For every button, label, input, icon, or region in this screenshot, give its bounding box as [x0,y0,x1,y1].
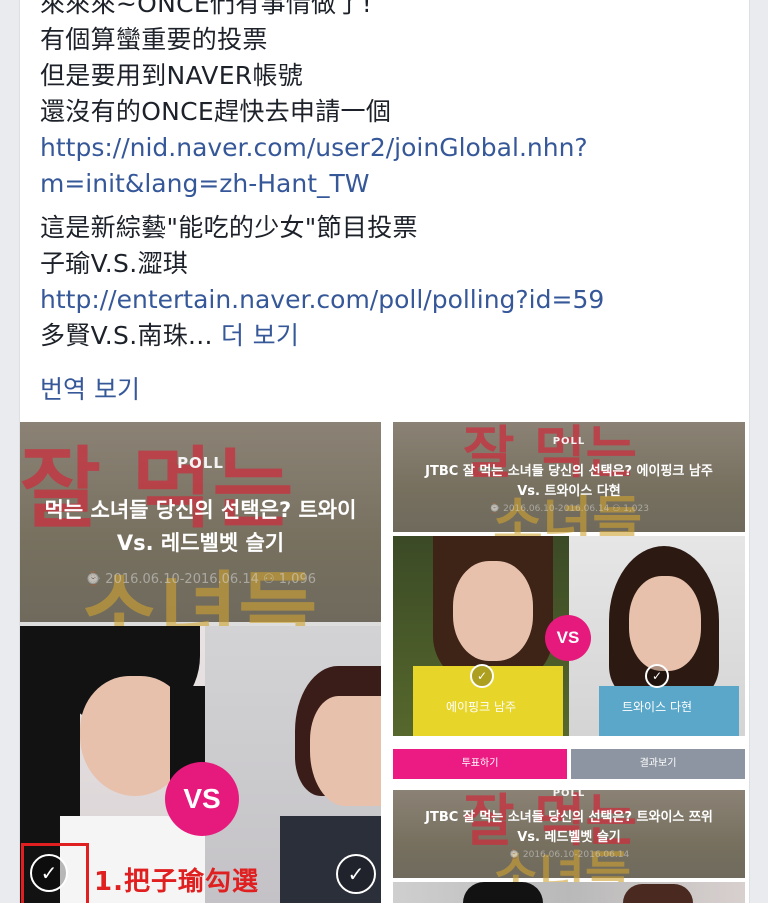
view-results-button[interactable]: 결과보기 [571,749,745,779]
poll-header: 잘 먹는 소녀들 POLL JTBC 잘 먹는 소녀들 당신의 선택은? 트와이… [393,790,745,903]
post-card: 來來來~ONCE們有事情做了! 有個算蠻重要的投票 但是要用到NAVER帳號 還… [19,0,750,903]
post-line: 有個算蠻重要的投票 [40,25,268,54]
poll-title: JTBC 잘 먹는 소녀들 당신의 선택은? 에이핑크 남주 [425,464,713,479]
poll-title-line2: Vs. 레드벨벳 슬기 [517,830,621,845]
post-line: 這是新綜藝"能吃的少女"節目投票 [40,213,418,242]
poll-tag: POLL [177,454,224,472]
contestant-name: 트와이스 다현 [621,700,693,714]
see-translation-link[interactable]: 번역 보기 [40,370,140,406]
post-line: 來來來~ONCE們有事情做了! [40,0,373,18]
poll-tag: POLL [552,790,586,799]
signup-link-part2[interactable]: m=init&lang=zh-Hant_TW [40,169,370,198]
contestant-photo [393,882,745,903]
select-seulgi-checkbox[interactable]: ✓ [336,854,376,894]
contestant-name: 에이핑크 남주 [445,700,517,714]
post-line: 但是要用到NAVER帳號 [40,61,304,90]
signup-link-part1[interactable]: https://nid.naver.com/user2/joinGlobal.n… [40,133,588,162]
poll-link[interactable]: http://entertain.naver.com/poll/polling?… [40,282,740,318]
post-line-last: 多賢V.S.南珠... 더 보기 [40,318,740,354]
poll-preview-right-bottom[interactable]: 잘 먹는 소녀들 POLL JTBC 잘 먹는 소녀들 당신의 선택은? 트와이… [393,790,745,903]
select-namjoo-checkbox[interactable]: ✓ [470,664,494,688]
poll-preview-left[interactable]: 잘 먹는 소녀들 POLL 먹는 소녀들 당신의 선택은? 트와이 Vs. 레드… [20,422,381,903]
poll-title: 먹는 소녀들 당신의 선택은? 트와이 [44,498,357,522]
annotation-label: 1.把子瑜勾選 [94,867,259,897]
poll-tag: POLL [552,436,586,447]
signup-link[interactable]: https://nid.naver.com/user2/joinGlobal.n… [40,130,740,166]
post-body: 來來來~ONCE們有事情做了! 有個算蠻重要的投票 但是要用到NAVER帳號 還… [40,0,740,354]
signup-link-continued[interactable]: m=init&lang=zh-Hant_TW [40,166,740,202]
vote-button[interactable]: 투표하기 [393,749,567,779]
poll-meta: ⌚ 2016.06.10-2016.06.14 ⚇ 1,023 [489,504,649,514]
poll-meta: ⌚ 2016.06.10-2016.06.14 ⚇ 1,096 [84,572,316,587]
poll-header: 잘 먹는 소녀들 POLL 먹는 소녀들 당신의 선택은? 트와이 Vs. 레드… [20,422,381,663]
vs-badge: VS [165,762,239,836]
poll-title: JTBC 잘 먹는 소녀들 당신의 선택은? 트와이스 쯔위 [425,810,713,825]
post-line: 子瑜V.S.澀琪 [40,249,189,278]
select-dahyun-checkbox[interactable]: ✓ [645,664,669,688]
poll-header: 잘 먹는 소녀들 POLL JTBC 잘 먹는 소녀들 당신의 선택은? 에이핑… [393,422,745,553]
see-more-link[interactable]: 더 보기 [221,321,299,350]
post-line-truncated: 多賢V.S.南珠... [40,321,213,350]
poll-title-line2: Vs. 레드벨벳 슬기 [116,531,285,555]
vs-badge: VS [545,615,591,661]
poll-title-line2: Vs. 트와이스 다현 [517,484,621,499]
post-line: 還沒有的ONCE趕快去申請一個 [40,97,392,126]
annotation-highlight-box [21,843,89,903]
poll-preview-right-top[interactable]: 잘 먹는 소녀들 POLL JTBC 잘 먹는 소녀들 당신의 선택은? 에이핑… [393,422,745,782]
poll-meta: ⌚ 2016.06.10-2016.06.14 [508,850,630,860]
